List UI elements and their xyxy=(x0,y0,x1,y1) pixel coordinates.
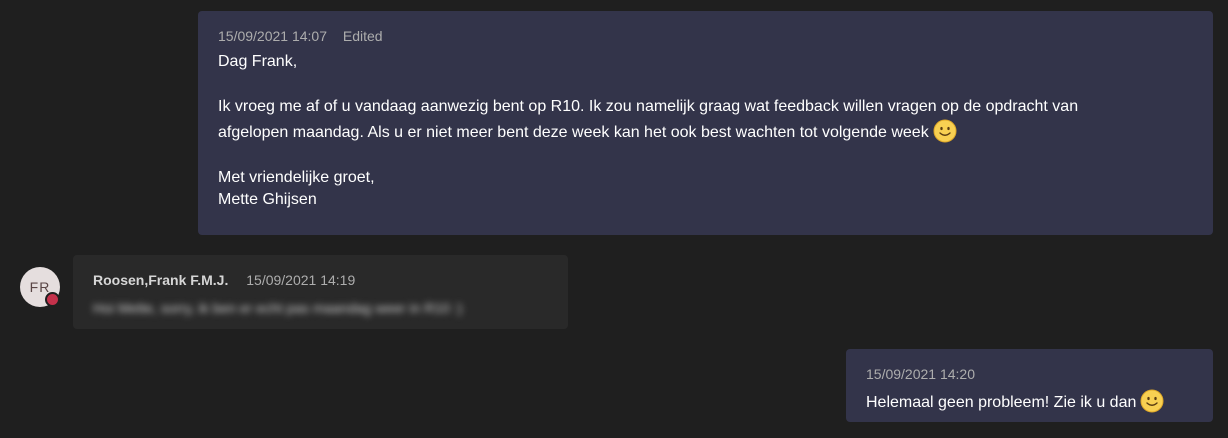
message-text: Helemaal geen probleem! Zie ik u dan xyxy=(866,394,1137,411)
message-text: afgelopen maandag. Als u er niet meer be… xyxy=(218,123,929,141)
message-line: Ik vroeg me af of u vandaag aanwezig ben… xyxy=(218,98,1079,115)
message-timestamp: 15/09/2021 14:07 xyxy=(218,28,327,44)
message-line: Met vriendelijke groet, xyxy=(218,168,375,186)
message-author: Roosen,Frank F.M.J. xyxy=(93,272,229,288)
chat-thread: 15/09/2021 14:07 Edited Dag Frank, Ik vr… xyxy=(0,0,1228,438)
received-message[interactable]: Roosen,Frank F.M.J. 15/09/2021 14:19 Hoi… xyxy=(73,255,568,329)
message-meta: Roosen,Frank F.M.J. 15/09/2021 14:19 xyxy=(93,271,548,289)
sent-message[interactable]: 15/09/2021 14:20 Helemaal geen probleem!… xyxy=(846,349,1213,422)
message-line: afgelopen maandag. Als u er niet meer be… xyxy=(218,119,1193,145)
message-body: Dag Frank, Ik vroeg me af of u vandaag a… xyxy=(218,51,1193,212)
edited-label: Edited xyxy=(342,28,383,44)
sent-message[interactable]: 15/09/2021 14:07 Edited Dag Frank, Ik vr… xyxy=(198,11,1213,235)
smile-emoji-icon xyxy=(1140,389,1164,413)
message-text-blurred: Hoi Mette, sorry, ik ben er echt pas maa… xyxy=(93,300,463,316)
presence-busy-icon xyxy=(45,292,60,307)
smile-emoji-icon xyxy=(933,119,957,142)
message-line: Mette Ghijsen xyxy=(218,191,317,208)
message-timestamp: 15/09/2021 14:19 xyxy=(246,272,356,288)
message-timestamp: 15/09/2021 14:20 xyxy=(866,366,975,382)
message-line: Dag Frank, xyxy=(218,53,298,70)
message-line: Helemaal geen probleem! Zie ik u dan xyxy=(866,389,1193,415)
message-body: Hoi Mette, sorry, ik ben er echt pas maa… xyxy=(93,297,548,320)
message-body: Helemaal geen probleem! Zie ik u dan xyxy=(866,389,1193,415)
message-meta: 15/09/2021 14:07 Edited xyxy=(218,27,1193,45)
message-meta: 15/09/2021 14:20 xyxy=(866,365,1193,383)
